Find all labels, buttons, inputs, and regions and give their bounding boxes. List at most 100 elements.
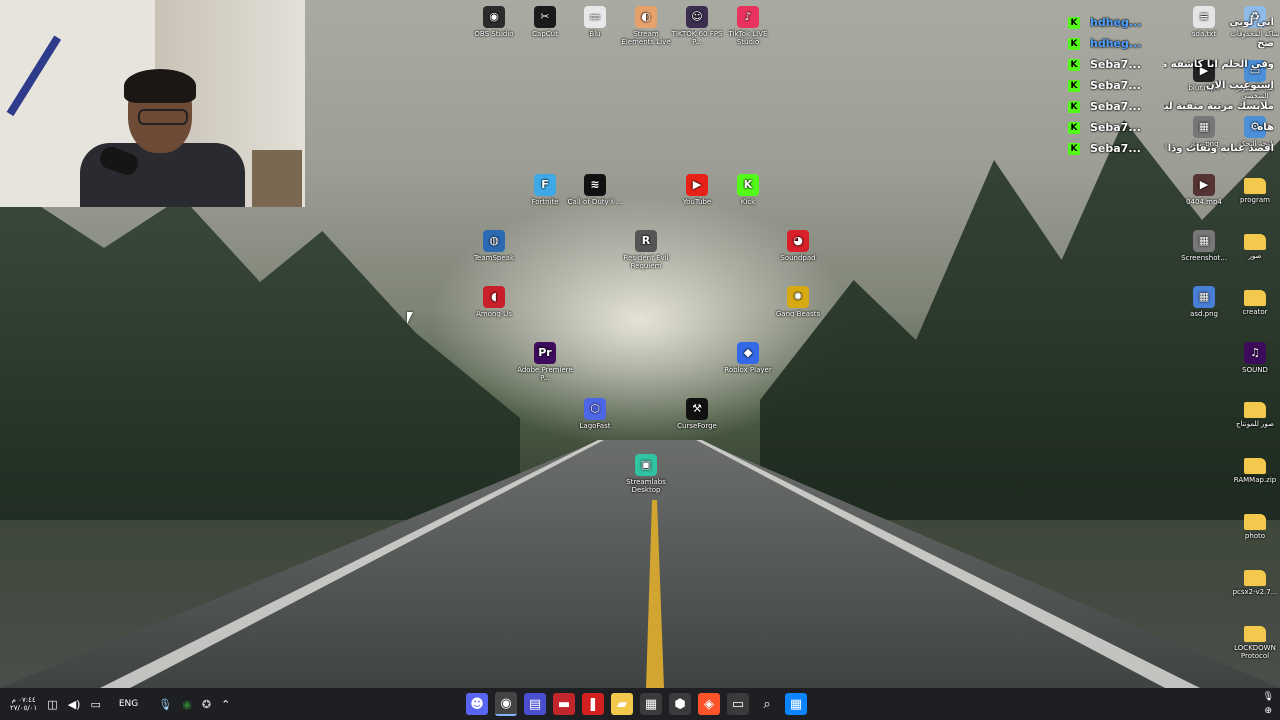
microphone-icon[interactable]: 🎙	[158, 698, 172, 711]
start-icon[interactable]: ▦	[785, 693, 807, 715]
desktop-icon[interactable]: ◍ TeamSpeak	[466, 230, 522, 262]
app-icon	[1244, 514, 1266, 530]
desktop-icon[interactable]: ≋ Call of Duty®...	[567, 174, 623, 206]
tray-app-icon[interactable]: ◉	[182, 698, 192, 711]
desktop-icon[interactable]: LOCKDOWN Protocol	[1227, 622, 1280, 660]
desktop-icon[interactable]: ✹ Gang Beasts	[770, 286, 826, 318]
chat-text: صح	[1257, 38, 1274, 49]
app-icon: ◕	[787, 230, 809, 252]
mic-tray-icon[interactable]: 🎙	[1263, 692, 1274, 702]
desktop-icon[interactable]: ▭ Blu	[567, 6, 623, 38]
desktop-icon-label: SOUND	[1242, 366, 1268, 374]
chevron-up-icon[interactable]: ⌃	[221, 698, 230, 711]
store-icon[interactable]: ▦	[640, 693, 662, 715]
desktop-icon[interactable]: program	[1227, 174, 1280, 204]
app-icon: ⚒	[686, 398, 708, 420]
desktop-icon-label: صور	[1248, 252, 1262, 260]
chat-username: hdheg...	[1090, 16, 1142, 29]
desktop-icon[interactable]: R Resident Evil Requiem	[618, 230, 674, 270]
desktop-icon[interactable]: pcsx2-v2.7...	[1227, 566, 1280, 596]
desktop-icon[interactable]: ◉ OBS Studio	[466, 6, 522, 38]
settings-icon[interactable]: ⬢	[669, 693, 691, 715]
app-icon: ▦	[1193, 230, 1215, 252]
help-icon[interactable]: ⊕	[1265, 706, 1273, 716]
desktop-icon[interactable]: Pr Adobe Premiere P...	[517, 342, 573, 382]
chat-username: Seba7...	[1090, 79, 1141, 92]
kick-icon: K	[1068, 79, 1080, 92]
app-icon	[1244, 458, 1266, 474]
desktop-icon-label: YouTube	[682, 198, 712, 206]
chat-text: ملابسك مرتبة منقبة ليه	[1164, 101, 1274, 112]
desktop-icon[interactable]: ▶ 0404.mp4	[1176, 174, 1232, 206]
desktop-icon[interactable]: ♪ TikTok LIVE Studio	[720, 6, 776, 46]
app-icon: ▣	[635, 454, 657, 476]
kick-icon: K	[1068, 142, 1080, 155]
desktop-icon[interactable]: ☺ TIKTOK 60 FPS P...	[669, 6, 725, 46]
live-icon[interactable]: ▬	[553, 693, 575, 715]
app-icon: ◉	[483, 6, 505, 28]
app-icon: ◐	[635, 6, 657, 28]
clock[interactable]: ٠٧:٤٤ م ٢٧/٠٥/٠١	[10, 696, 37, 712]
desktop-icon[interactable]: ▦ Screenshot...	[1176, 230, 1232, 262]
chat-username: Seba7...	[1090, 58, 1141, 71]
chat-text: اقصد عباية ونقاب وذا ك	[1164, 143, 1274, 154]
app-icon	[1244, 626, 1266, 642]
search-icon[interactable]: ⌕	[756, 693, 778, 715]
desktop-icon[interactable]: ♫ SOUND	[1227, 342, 1280, 374]
chat-message: Khdheg... اني لوني	[1068, 12, 1278, 33]
desktop-icon[interactable]: ◐ Stream Elements Live	[618, 6, 674, 46]
desktop-icon-label: asd.png	[1190, 310, 1218, 318]
desktop-icon-label: Call of Duty®...	[567, 198, 623, 206]
desktop-icon[interactable]: K Kick	[720, 174, 776, 206]
desktop-icon[interactable]: ▶ YouTube	[669, 174, 725, 206]
desktop-icon-label: صور للمونتاج	[1236, 420, 1274, 428]
desktop-icon-label: Fortnite	[531, 198, 559, 206]
app-icon	[1244, 234, 1266, 250]
display-icon[interactable]: ▭	[90, 698, 100, 711]
taskview-icon[interactable]: ▭	[727, 693, 749, 715]
notification-icon[interactable]: ◫	[47, 698, 57, 711]
desktop-icon[interactable]: صور للمونتاج	[1227, 398, 1280, 428]
chat-username: Seba7...	[1090, 142, 1141, 155]
kick-icon: K	[1068, 37, 1080, 50]
desktop-icon[interactable]: ✂ CapCut	[517, 6, 573, 38]
desktop-icon[interactable]: RAMMap.zip	[1227, 454, 1280, 484]
desktop-icon-label: Stream Elements Live	[621, 30, 671, 46]
chat-message: Khdheg... صح	[1068, 33, 1278, 54]
language-indicator[interactable]: ENG	[119, 699, 138, 709]
webcam-overlay	[0, 0, 305, 207]
obs-icon[interactable]: ◉	[495, 692, 517, 716]
app-icon: ✂	[534, 6, 556, 28]
app-icon: ◖	[483, 286, 505, 308]
discord-icon[interactable]: ☻	[466, 693, 488, 715]
desktop-icon[interactable]: ▣ Streamlabs Desktop	[618, 454, 674, 494]
app-icon: ≋	[584, 174, 606, 196]
chat-text: استوعبت الان	[1205, 80, 1274, 91]
pin-icon[interactable]: ❚	[582, 693, 604, 715]
taskbar: ٠٧:٤٤ م ٢٧/٠٥/٠١ ◫ ◀) ▭ ENG 🎙 ◉ ✪ ⌃ ☻ ◉ ▤ ▬…	[0, 688, 1280, 720]
desktop-icon[interactable]: ◆ Roblox Player	[720, 342, 776, 374]
desktop-icon-label: pcsx2-v2.7...	[1232, 588, 1278, 596]
desktop-icon-label: TIKTOK 60 FPS P...	[671, 30, 723, 46]
mouse-cursor	[407, 312, 419, 324]
desktop-icon[interactable]: photo	[1227, 510, 1280, 540]
desktop-icon[interactable]: ⚒ CurseForge	[669, 398, 725, 430]
desktop-icon[interactable]: ◕ Soundpad	[770, 230, 826, 262]
chat-message: K Seba7... ملابسك مرتبة منقبة ليه	[1068, 96, 1278, 117]
app-icon: Pr	[534, 342, 556, 364]
desktop-icon-label: CapCut	[532, 30, 558, 38]
desktop-icon-label: TeamSpeak	[473, 254, 515, 262]
streamlabs-icon[interactable]: ▤	[524, 693, 546, 715]
desktop-icon[interactable]: F Fortnite	[517, 174, 573, 206]
desktop-icon[interactable]: صور	[1227, 230, 1280, 260]
desktop-icon[interactable]: ◖ Among Us	[466, 286, 522, 318]
brave-icon[interactable]: ◈	[698, 693, 720, 715]
desktop-icon[interactable]: ▦ asd.png	[1176, 286, 1232, 318]
tray-app-icon-2[interactable]: ✪	[202, 698, 211, 711]
folder-icon[interactable]: ▰	[611, 693, 633, 715]
speaker-icon[interactable]: ◀)	[68, 698, 81, 711]
desktop-icon[interactable]: creator	[1227, 286, 1280, 316]
kick-icon: K	[1068, 58, 1080, 71]
kick-chat-overlay: Khdheg... اني لوني Khdheg... صح K Seba7... وفي…	[1068, 12, 1278, 159]
desktop-icon[interactable]: ⬡ LagoFast	[567, 398, 623, 430]
